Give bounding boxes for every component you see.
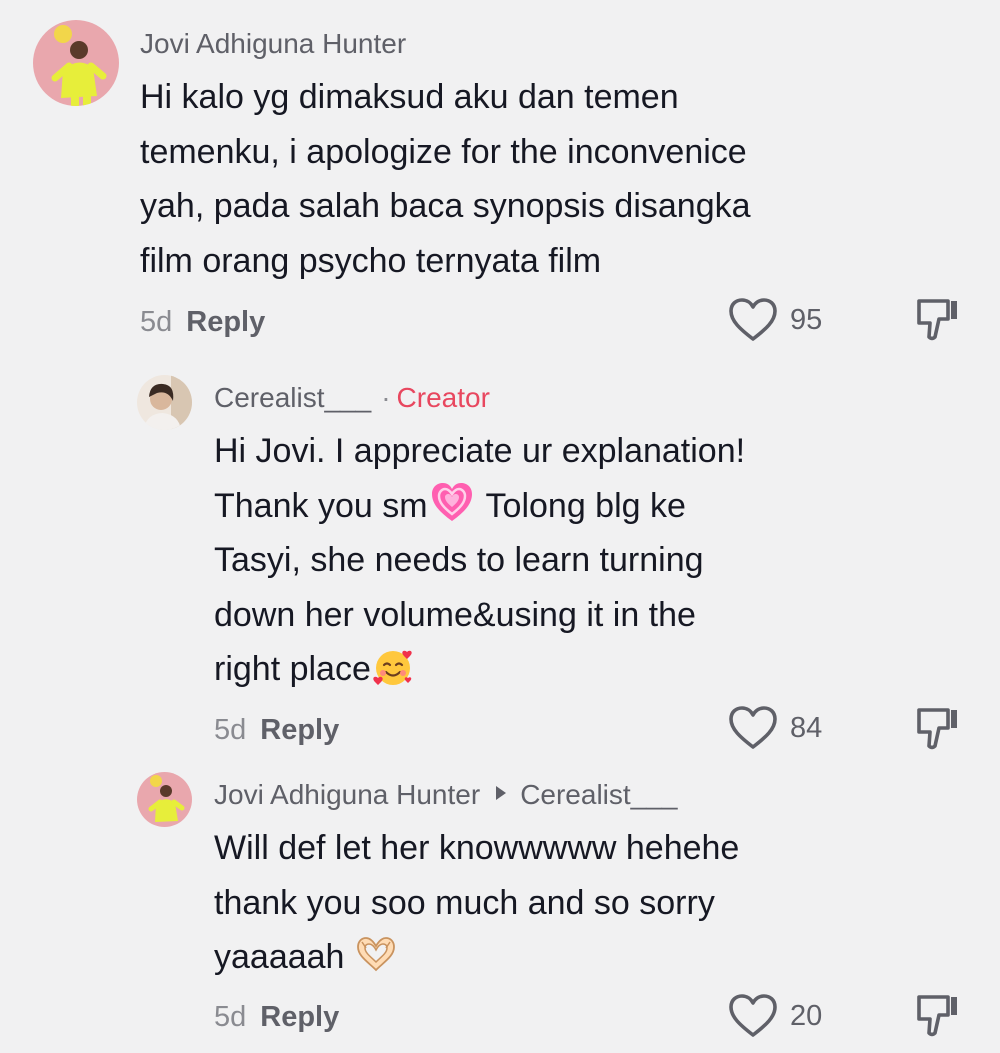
like-count: 20 (790, 999, 823, 1032)
like-button[interactable]: 95 (728, 298, 822, 342)
reply-button[interactable]: Reply (186, 306, 265, 338)
reply-button[interactable]: Reply (260, 1001, 339, 1033)
heart-outline-icon[interactable] (728, 298, 778, 342)
heart-outline-icon[interactable] (728, 994, 778, 1038)
comment-time: 5d (214, 714, 247, 746)
like-button[interactable]: 84 (728, 706, 822, 750)
avatar[interactable] (137, 772, 192, 827)
thumbs-down-icon[interactable] (915, 993, 961, 1039)
heart-outline-icon[interactable] (728, 706, 778, 750)
avatar[interactable] (33, 20, 119, 106)
reply-button[interactable]: Reply (260, 714, 339, 746)
thumbs-down-icon[interactable] (915, 297, 961, 343)
comment-text: Hi Jovi. I appreciate ur explanation! Th… (214, 432, 746, 688)
creator-badge: Creator (396, 382, 490, 413)
comment-text: Will def let her knowwwww hehehe thank y… (214, 829, 740, 976)
smiling-face-with-hearts-emoji (371, 644, 415, 688)
separator: · (381, 382, 391, 413)
reply-to-username[interactable]: Cerealist___ (520, 779, 677, 810)
comment-text: Hi kalo yg dimaksud aku dan temen temenk… (140, 78, 751, 280)
thumbs-down-icon[interactable] (915, 706, 961, 752)
like-button[interactable]: 20 (728, 994, 822, 1038)
like-count: 95 (790, 303, 823, 336)
username[interactable]: Jovi Adhiguna Hunter (140, 28, 406, 59)
growing-heart-emoji (430, 481, 474, 525)
username[interactable]: Jovi Adhiguna Hunter (214, 779, 480, 810)
reply-arrow-icon (496, 786, 507, 800)
comment-time: 5d (214, 1001, 247, 1033)
comment-time: 5d (140, 306, 173, 338)
username[interactable]: Cerealist___ (214, 382, 371, 413)
avatar[interactable] (137, 375, 192, 430)
like-count: 84 (790, 711, 823, 744)
heart-hands-emoji (354, 932, 398, 976)
